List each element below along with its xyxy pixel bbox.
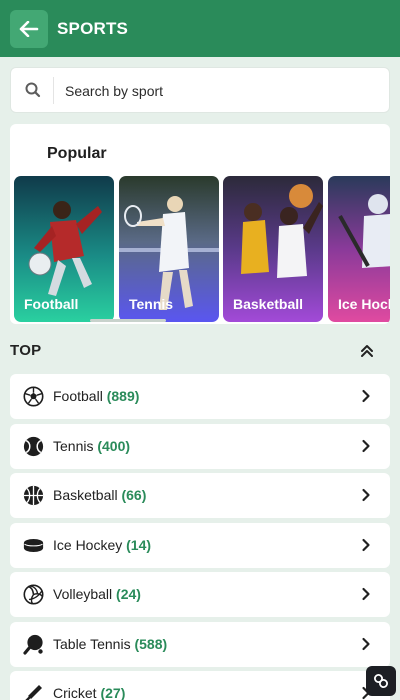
volleyball-icon — [23, 584, 44, 605]
sport-event-count: (14) — [126, 536, 152, 553]
popular-card-label: Basketball — [233, 296, 304, 312]
popular-card-basketball[interactable]: Basketball — [223, 176, 323, 322]
chevron-right-icon — [362, 587, 370, 601]
chevron-right-icon — [362, 439, 370, 452]
sport-event-count: (889) — [106, 388, 140, 404]
chevron-right-icon — [362, 637, 370, 650]
popular-card-ice-hockey[interactable]: Ice Hock — [328, 176, 390, 322]
sport-name: Table Tennis — [53, 635, 131, 652]
sport-row-ice-hockey[interactable]: Ice Hockey (14) — [10, 522, 390, 568]
sport-name: Basketball — [53, 487, 118, 503]
top-section-title: TOP — [10, 342, 42, 359]
sport-row-tennis[interactable]: Tennis (400) — [10, 423, 390, 469]
hockey-puck-icon — [23, 538, 44, 552]
cricket-bat-icon — [25, 685, 42, 700]
sport-row-basketball[interactable]: Basketball (66) — [10, 473, 390, 518]
sport-row-football[interactable]: Football (889) — [10, 374, 390, 419]
sport-name: Football — [53, 388, 103, 404]
table-tennis-paddle-icon — [23, 634, 43, 655]
soccer-ball-icon — [23, 386, 44, 407]
sport-row-table-tennis[interactable]: Table Tennis (588) — [10, 621, 390, 667]
double-chevron-up-icon — [361, 345, 373, 357]
sport-name: Volleyball — [53, 586, 113, 602]
tennis-ball-icon — [23, 436, 44, 456]
popular-card-label: Ice Hock — [338, 296, 390, 312]
sport-name: Cricket — [53, 685, 97, 700]
search-icon — [25, 82, 41, 98]
sport-name: Tennis — [53, 437, 94, 454]
popular-card-tennis[interactable]: Tennis — [119, 176, 219, 322]
popular-card-football[interactable]: Football — [14, 176, 114, 322]
popular-card-label: Football — [24, 296, 79, 312]
popular-section: Popular Football Tennis Basketball Ice H… — [10, 124, 390, 324]
back-button[interactable] — [10, 10, 48, 48]
link-icon — [374, 674, 388, 688]
arrow-left-icon — [19, 21, 39, 37]
basketball-icon — [23, 485, 44, 506]
floating-link-button[interactable] — [366, 666, 396, 696]
sport-row-cricket[interactable]: Cricket (27) — [10, 671, 390, 700]
sport-event-count: (27) — [100, 685, 126, 700]
search-input[interactable] — [65, 76, 380, 106]
page-title: SPORTS — [57, 19, 129, 38]
chevron-right-icon — [362, 488, 370, 502]
sport-event-count: (66) — [121, 487, 147, 503]
sport-row-volleyball[interactable]: Volleyball (24) — [10, 572, 390, 617]
sport-name: Ice Hockey — [53, 536, 123, 553]
search-divider — [53, 77, 54, 104]
chevron-right-icon — [362, 389, 370, 403]
sport-event-count: (588) — [134, 635, 168, 652]
popular-carousel[interactable]: Football Tennis Basketball Ice Hock — [14, 176, 390, 322]
collapse-button[interactable] — [355, 339, 379, 363]
search-box[interactable] — [10, 67, 390, 113]
sport-event-count: (24) — [116, 586, 141, 602]
header-bar: SPORTS — [0, 0, 400, 57]
chevron-right-icon — [362, 538, 370, 551]
popular-card-label: Tennis — [129, 296, 174, 312]
carousel-scroll-indicator — [90, 319, 166, 322]
popular-title: Popular — [47, 145, 107, 162]
sport-event-count: (400) — [97, 437, 131, 454]
